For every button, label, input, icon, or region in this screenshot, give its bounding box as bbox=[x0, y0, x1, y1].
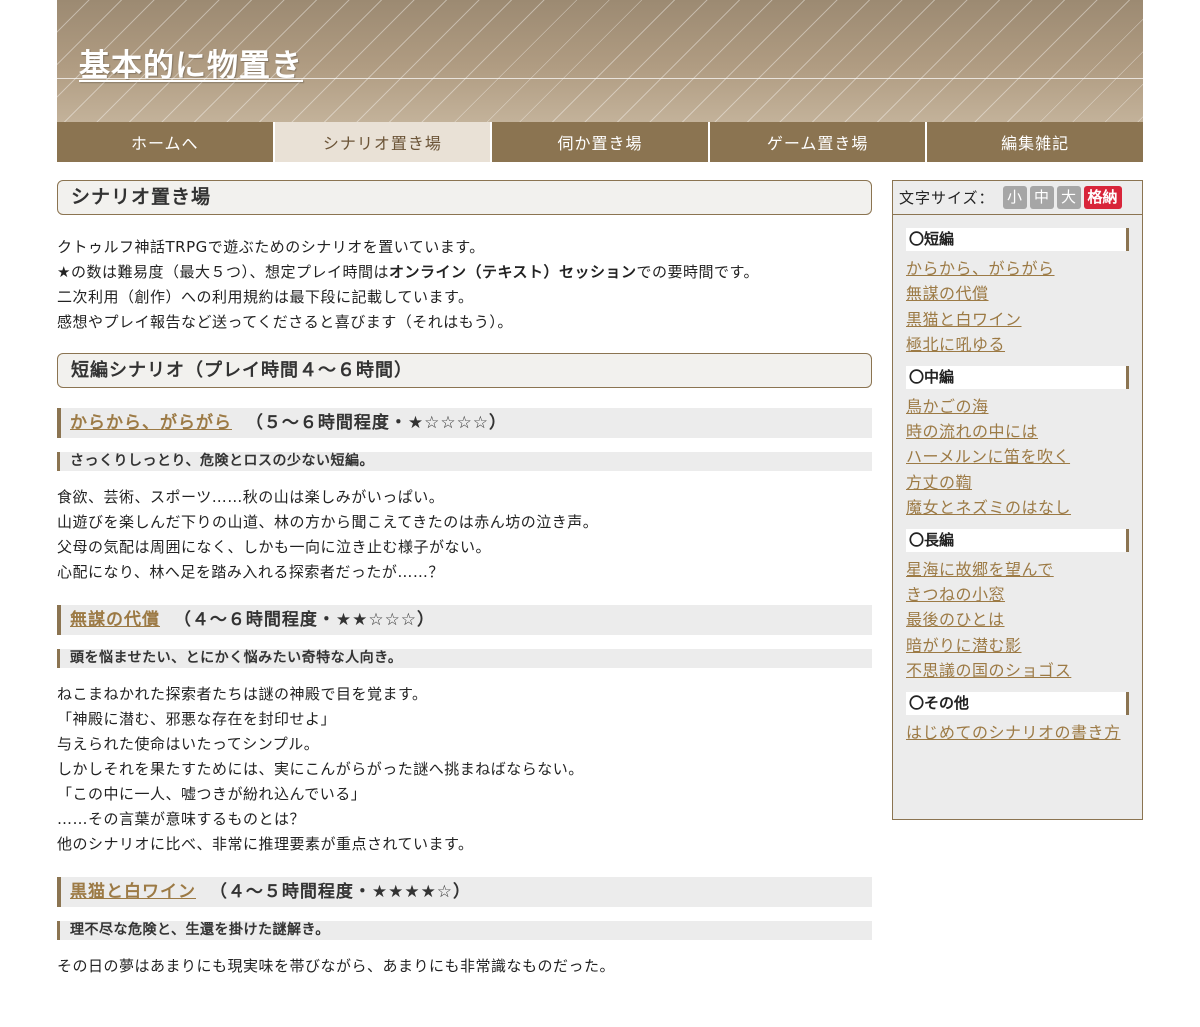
scenario-title-link[interactable]: からから、がらがら bbox=[70, 413, 232, 433]
scenario-title-bar: 無謀の代償 （４～６時間程度・★★☆☆☆） bbox=[57, 605, 872, 635]
scenario-title-bar: からから、がらがら （５～６時間程度・★☆☆☆☆） bbox=[57, 408, 872, 438]
nav-editorial[interactable]: 編集雑記 bbox=[927, 122, 1143, 162]
sidebar-heading: 〇中編 bbox=[906, 365, 1129, 389]
description-line: 「この中に一人、嘘つきが紛れ込んでいる」 bbox=[57, 785, 367, 803]
scenario-tagline: 理不尽な危険と、生還を掛けた謎解き。 bbox=[57, 921, 872, 940]
font-size-label: 文字サイズ： bbox=[899, 189, 995, 207]
scenario-meta: （５～６時間程度・★☆☆☆☆） bbox=[245, 413, 508, 433]
scenario-tagline: さっくりしっとり、危険とロスの少ない短編。 bbox=[57, 452, 872, 471]
sidebar-link[interactable]: 不思議の国のショゴス bbox=[906, 658, 1142, 683]
description-line: 心配になり、林へ足を踏み入れる探索者だったが……？ bbox=[57, 563, 444, 581]
nav-games[interactable]: ゲーム置き場 bbox=[710, 122, 928, 162]
sidebar-group-long: 〇長編 星海に故郷を望んで きつねの小窓 最後のひとは 暗がりに潜む影 不思議の… bbox=[893, 528, 1142, 684]
font-medium-button[interactable]: 中 bbox=[1029, 186, 1054, 209]
site-header: 基本的に物置き bbox=[57, 0, 1143, 122]
font-small-button[interactable]: 小 bbox=[1002, 186, 1027, 209]
sidebar-group-short: 〇短編 からから、がらがら 無謀の代償 黒猫と白ワイン 極北に吼ゆる bbox=[893, 228, 1142, 358]
description-line: 食欲、芸術、スポーツ……秋の山は楽しみがいっぱい。 bbox=[57, 488, 445, 506]
scenario-entry: 黒猫と白ワイン （４～５時間程度・★★★★☆） 理不尽な危険と、生還を掛けた謎解… bbox=[57, 877, 872, 979]
sidebar-link[interactable]: きつねの小窓 bbox=[906, 582, 1142, 607]
description-line: 他のシナリオに比べ、非常に推理要素が重点されています。 bbox=[57, 835, 474, 853]
font-large-button[interactable]: 大 bbox=[1056, 186, 1081, 209]
description-line: 与えられた使命はいたってシンプル。 bbox=[57, 735, 320, 753]
sidebar-link[interactable]: 魔女とネズミのはなし bbox=[906, 495, 1142, 520]
sidebar-link-list: 星海に故郷を望んで きつねの小窓 最後のひとは 暗がりに潜む影 不思議の国のショ… bbox=[893, 557, 1142, 684]
scenario-title-bar: 黒猫と白ワイン （４～５時間程度・★★★★☆） bbox=[57, 877, 872, 907]
scenario-tagline: 頭を悩ませたい、とにかく悩みたい奇特な人向き。 bbox=[57, 649, 872, 668]
sidebar-heading: 〇その他 bbox=[906, 691, 1129, 715]
sidebar-link[interactable]: 無謀の代償 bbox=[906, 281, 1142, 306]
sidebar-link[interactable]: 最後のひとは bbox=[906, 607, 1142, 632]
scenario-entry: からから、がらがら （５～６時間程度・★☆☆☆☆） さっくりしっとり、危険とロス… bbox=[57, 408, 872, 585]
sidebar-link[interactable]: からから、がらがら bbox=[906, 256, 1142, 281]
sidebar-heading: 〇短編 bbox=[906, 228, 1129, 251]
intro-line: 二次利用（創作）への利用規約は最下段に記載しています。 bbox=[57, 288, 474, 306]
scenario-entry: 無謀の代償 （４～６時間程度・★★☆☆☆） 頭を悩ませたい、とにかく悩みたい奇特… bbox=[57, 605, 872, 857]
description-line: ねこまねかれた探索者たちは謎の神殿で目を覚ます。 bbox=[57, 685, 428, 703]
sidebar-link[interactable]: 時の流れの中には bbox=[906, 419, 1142, 444]
sidebar-link-list: はじめてのシナリオの書き方 bbox=[893, 720, 1142, 745]
sidebar-link[interactable]: 極北に吼ゆる bbox=[906, 332, 1142, 357]
description-line: しかしそれを果たすためには、実にこんがらがった謎へ挑まねばならない。 bbox=[57, 760, 584, 778]
nav-scenarios[interactable]: シナリオ置き場 bbox=[274, 122, 493, 162]
intro-line: 感想やプレイ報告など送ってくださると喜びます（それはもう）。 bbox=[57, 313, 513, 331]
description-line: ……その言葉が意味するものとは？ bbox=[57, 810, 306, 828]
scenario-description: ねこまねかれた探索者たちは謎の神殿で目を覚ます。 「神殿に潜む、邪悪な存在を封印… bbox=[57, 682, 872, 857]
font-size-bar: 文字サイズ： 小 中 大 格納 bbox=[893, 181, 1142, 215]
site-title-link[interactable]: 基本的に物置き bbox=[79, 40, 303, 85]
scenario-description: その日の夢はあまりにも現実味を帯びながら、あまりにも非常識なものだった。 bbox=[57, 954, 872, 979]
scenario-title-link[interactable]: 無謀の代償 bbox=[70, 610, 160, 630]
collapse-sidebar-button[interactable]: 格納 bbox=[1083, 186, 1122, 209]
sidebar: 文字サイズ： 小 中 大 格納 〇短編 からから、がらがら 無謀の代償 黒猫と白… bbox=[892, 180, 1143, 820]
sidebar-link[interactable]: ハーメルンに笛を吹く bbox=[906, 444, 1142, 469]
main-content: シナリオ置き場 クトゥルフ神話TRPGで遊ぶためのシナリオを置いています。 ★の… bbox=[57, 180, 872, 979]
description-line: 「神殿に潜む、邪悪な存在を封印せよ」 bbox=[57, 710, 337, 728]
description-line: 父母の気配は周囲になく、しかも一向に泣き止む様子がない。 bbox=[57, 538, 492, 556]
intro-line: クトゥルフ神話TRPGで遊ぶためのシナリオを置いています。 bbox=[57, 238, 485, 256]
description-line: その日の夢はあまりにも現実味を帯びながら、あまりにも非常識なものだった。 bbox=[57, 957, 616, 975]
sidebar-link-list: 鳥かごの海 時の流れの中には ハーメルンに笛を吹く 方丈の鞫 魔女とネズミのはな… bbox=[893, 394, 1142, 521]
scenario-title-link[interactable]: 黒猫と白ワイン bbox=[70, 882, 196, 902]
sidebar-group-other: 〇その他 はじめてのシナリオの書き方 bbox=[893, 691, 1142, 745]
sidebar-link[interactable]: はじめてのシナリオの書き方 bbox=[906, 720, 1126, 745]
sidebar-link[interactable]: 黒猫と白ワイン bbox=[906, 307, 1142, 332]
page-title: シナリオ置き場 bbox=[57, 180, 872, 215]
description-line: 山遊びを楽しんだ下りの山道、林の方から聞こえてきたのは赤ん坊の泣き声。 bbox=[57, 513, 599, 531]
scenario-meta: （４～５時間程度・★★★★☆） bbox=[209, 882, 472, 902]
emphasis-text: オンライン（テキスト）セッション bbox=[388, 263, 637, 281]
sidebar-group-medium: 〇中編 鳥かごの海 時の流れの中には ハーメルンに笛を吹く 方丈の鞫 魔女とネズ… bbox=[893, 365, 1142, 521]
sidebar-heading: 〇長編 bbox=[906, 528, 1129, 552]
short-scenarios-heading: 短編シナリオ（プレイ時間４～６時間） bbox=[57, 353, 872, 388]
sidebar-link[interactable]: 方丈の鞫 bbox=[906, 470, 1142, 495]
nav-home[interactable]: ホームへ bbox=[57, 122, 275, 162]
sidebar-link[interactable]: 星海に故郷を望んで bbox=[906, 557, 1142, 582]
nav-ukagaka[interactable]: 伺か置き場 bbox=[492, 122, 710, 162]
sidebar-link[interactable]: 鳥かごの海 bbox=[906, 394, 1142, 419]
sidebar-link[interactable]: 暗がりに潜む影 bbox=[906, 633, 1142, 658]
scenario-meta: （４～６時間程度・★★☆☆☆） bbox=[173, 610, 436, 630]
sidebar-link-list: からから、がらがら 無謀の代償 黒猫と白ワイン 極北に吼ゆる bbox=[893, 256, 1142, 358]
scenario-description: 食欲、芸術、スポーツ……秋の山は楽しみがいっぱい。 山遊びを楽しんだ下りの山道、… bbox=[57, 485, 872, 585]
intro-text: クトゥルフ神話TRPGで遊ぶためのシナリオを置いています。 ★の数は難易度（最大… bbox=[57, 235, 872, 335]
intro-line: ★の数は難易度（最大５つ）、想定プレイ時間はオンライン（テキスト）セッションでの… bbox=[57, 263, 760, 281]
main-nav: ホームへ シナリオ置き場 伺か置き場 ゲーム置き場 編集雑記 bbox=[57, 122, 1143, 162]
